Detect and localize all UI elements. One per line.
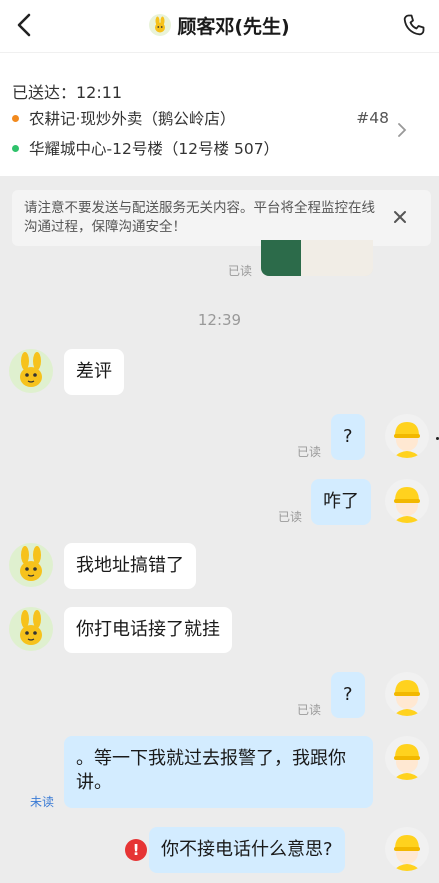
- notice-text: 请注意不要发送与配送服务无关内容。平台将全程监控在线沟通过程，保障沟通安全！: [24, 200, 375, 235]
- rider-helmet-icon: [393, 680, 421, 716]
- customer-avatar-small: [149, 14, 172, 36]
- message-bubble[interactable]: ?: [331, 414, 365, 460]
- image-message[interactable]: [261, 240, 373, 276]
- shop-row: 农耕记·现炒外卖（鹅公岭店）: [12, 107, 235, 129]
- rabbit-icon: [20, 546, 42, 581]
- close-icon: [394, 211, 406, 223]
- rider-avatar[interactable]: [385, 672, 429, 716]
- customer-avatar[interactable]: [9, 349, 53, 393]
- rider-avatar[interactable]: [385, 827, 429, 871]
- call-button[interactable]: [401, 12, 427, 38]
- message-bubble[interactable]: 。等一下我就过去报警了，我跟你讲。: [64, 736, 373, 808]
- delivery-address: 华耀城中心-12号楼（12号楼 507）: [29, 140, 280, 158]
- address-row: 华耀城中心-12号楼（12号楼 507）: [12, 137, 279, 159]
- rabbit-icon: [20, 352, 42, 387]
- rider-helmet-icon: [393, 835, 421, 871]
- order-number: #48: [356, 109, 389, 127]
- message-bubble[interactable]: 你不接电话什么意思?: [149, 827, 345, 873]
- message-bubble[interactable]: ?: [331, 672, 365, 718]
- rabbit-icon: [155, 16, 166, 33]
- rider-helmet-icon: [393, 744, 421, 780]
- phone-icon: [403, 14, 425, 36]
- unread-status: 未读: [30, 795, 55, 809]
- rider-helmet-icon: [393, 422, 421, 458]
- rider-avatar[interactable]: [385, 479, 429, 523]
- message-bubble[interactable]: 咋了: [311, 479, 371, 525]
- send-failed-icon[interactable]: !: [125, 839, 147, 861]
- read-status: 已读: [297, 703, 322, 717]
- notice-close-button[interactable]: [391, 208, 409, 226]
- address-dot: [12, 144, 19, 152]
- rider-avatar[interactable]: [385, 414, 429, 458]
- chat-time: 12:39: [197, 311, 242, 329]
- delivered-time: 已送达：12:11: [12, 83, 123, 102]
- rider-avatar[interactable]: [385, 736, 429, 780]
- safety-notice: 请注意不要发送与配送服务无关内容。平台将全程监控在线沟通过程，保障沟通安全！: [12, 190, 431, 246]
- customer-avatar[interactable]: [9, 543, 53, 587]
- chat-title: 顾客邓(先生): [177, 15, 290, 38]
- rider-helmet-icon: [393, 487, 421, 523]
- rabbit-icon: [20, 610, 42, 645]
- chevron-right-icon: [398, 123, 407, 137]
- read-status: 已读: [297, 445, 322, 459]
- shop-dot: [12, 114, 19, 122]
- order-info-card[interactable]: 已送达：12:11 农耕记·现炒外卖（鹅公岭店） #48 华耀城中心-12号楼（…: [0, 52, 439, 176]
- customer-avatar[interactable]: [9, 607, 53, 651]
- read-status: 已读: [278, 510, 303, 524]
- chat-title-group: 顾客邓(先生): [0, 10, 439, 40]
- message-bubble[interactable]: 你打电话接了就挂: [64, 607, 232, 653]
- message-bubble[interactable]: 差评: [64, 349, 124, 395]
- shop-name: 农耕记·现炒外卖（鹅公岭店）: [29, 110, 236, 128]
- image-read-status: 已读: [228, 264, 253, 278]
- message-bubble[interactable]: 我地址搞错了: [64, 543, 196, 589]
- chat-header: 顾客邓(先生): [0, 0, 439, 52]
